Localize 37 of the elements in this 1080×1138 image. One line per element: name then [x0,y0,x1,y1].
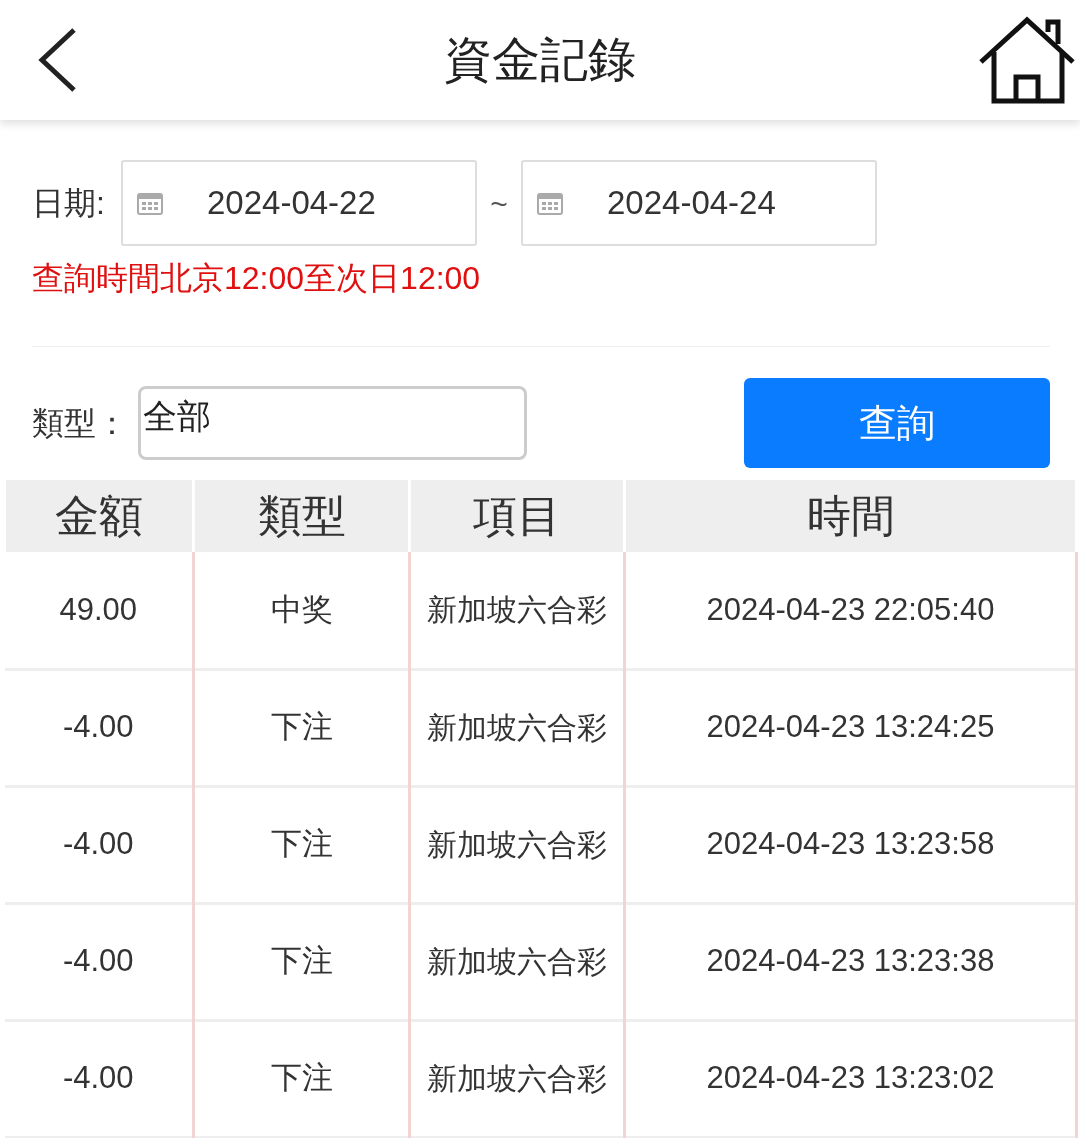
calendar-icon [137,191,163,215]
table-cell: -4.00 [4,1020,194,1137]
date-label: 日期: [32,184,106,223]
table-cell: 中奖 [193,552,410,669]
type-select[interactable]: 全部 [138,386,527,460]
table-cell: 2024-04-23 22:05:40 [624,552,1077,669]
column-header: 類型 [193,480,410,552]
table-cell: 2024-04-23 13:23:58 [624,786,1077,903]
table-cell: 下注 [193,669,410,786]
table-cell: 2024-04-23 13:23:02 [624,1020,1077,1137]
column-header: 金額 [4,480,194,552]
table-cell: 2024-04-23 13:23:38 [624,903,1077,1020]
table-cell: 新加坡六合彩 [409,669,625,786]
table-cell: 2024-04-23 13:24:25 [624,669,1077,786]
table-cell: 新加坡六合彩 [409,552,625,669]
range-separator: ~ [489,185,509,222]
page-title: 資金記錄 [444,32,636,88]
table-cell: 49.00 [4,552,194,669]
calendar-icon [537,191,563,215]
end-date-field[interactable]: 2024-04-24 [521,160,877,246]
start-date-field[interactable]: 2024-04-22 [121,160,477,246]
column-header: 項目 [409,480,625,552]
table-cell: 下注 [193,903,410,1020]
table-cell: -4.00 [4,903,194,1020]
type-label: 類型： [32,404,129,443]
column-header: 時間 [624,480,1077,552]
query-button[interactable]: 查詢 [744,378,1050,468]
back-icon[interactable] [36,27,78,93]
table-cell: 下注 [193,786,410,903]
table-cell: 新加坡六合彩 [409,903,625,1020]
query-time-note: 查詢時間北京12:00至次日12:00 [32,259,482,298]
table-cell: -4.00 [4,669,194,786]
table-cell: 下注 [193,1020,410,1137]
table-cell: 新加坡六合彩 [409,1020,625,1137]
table-cell: -4.00 [4,786,194,903]
home-icon[interactable] [978,15,1076,105]
table-cell: 新加坡六合彩 [409,786,625,903]
